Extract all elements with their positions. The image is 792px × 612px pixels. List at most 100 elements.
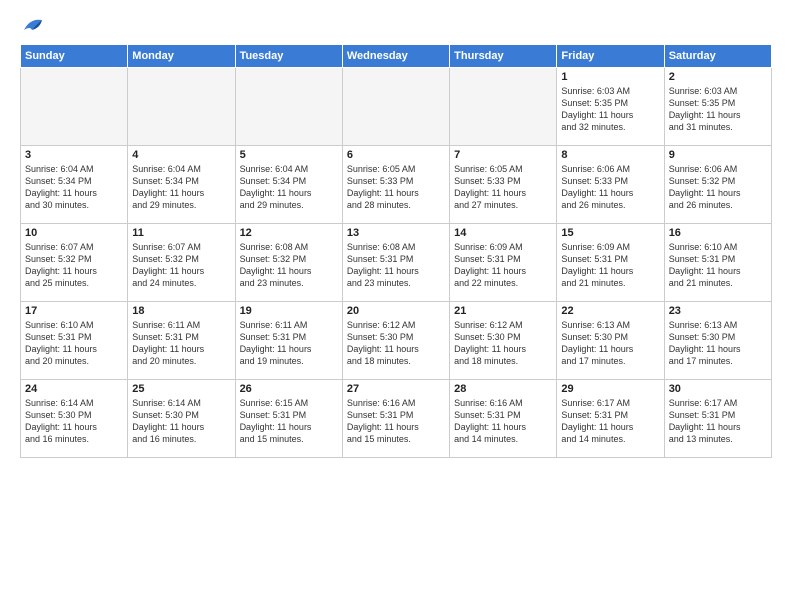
week-row-2: 3 Sunrise: 6:04 AM Sunset: 5:34 PM Daylig… bbox=[21, 146, 772, 224]
calendar-cell: 14 Sunrise: 6:09 AM Sunset: 5:31 PM Dayli… bbox=[450, 224, 557, 302]
day-number: 15 bbox=[561, 227, 659, 239]
calendar-cell: 26 Sunrise: 6:15 AM Sunset: 5:31 PM Dayli… bbox=[235, 380, 342, 458]
day-info: Sunrise: 6:12 AM Sunset: 5:30 PM Dayligh… bbox=[347, 319, 445, 368]
calendar-cell bbox=[342, 68, 449, 146]
day-number: 10 bbox=[25, 227, 123, 239]
calendar-cell: 11Sunrise: 6:07 AM Sunset: 5:32 PM Dayli… bbox=[128, 224, 235, 302]
day-number: 18 bbox=[132, 305, 230, 317]
day-number: 30 bbox=[669, 383, 767, 395]
day-number: 13 bbox=[347, 227, 445, 239]
page: SundayMondayTuesdayWednesdayThursdayFrid… bbox=[0, 0, 792, 612]
calendar-cell: 4 Sunrise: 6:04 AM Sunset: 5:34 PM Daylig… bbox=[128, 146, 235, 224]
day-number: 3 bbox=[25, 149, 123, 161]
weekday-header-wednesday: Wednesday bbox=[342, 45, 449, 68]
day-info: Sunrise: 6:17 AM Sunset: 5:31 PM Dayligh… bbox=[669, 397, 767, 446]
day-info: Sunrise: 6:14 AM Sunset: 5:30 PM Dayligh… bbox=[132, 397, 230, 446]
day-info: Sunrise: 6:07 AM Sunset: 5:32 PM Dayligh… bbox=[132, 241, 230, 290]
day-info: Sunrise: 6:12 AM Sunset: 5:30 PM Dayligh… bbox=[454, 319, 552, 368]
calendar-cell: 5 Sunrise: 6:04 AM Sunset: 5:34 PM Daylig… bbox=[235, 146, 342, 224]
day-info: Sunrise: 6:03 AM Sunset: 5:35 PM Dayligh… bbox=[669, 85, 767, 134]
day-info: Sunrise: 6:16 AM Sunset: 5:31 PM Dayligh… bbox=[347, 397, 445, 446]
day-info: Sunrise: 6:10 AM Sunset: 5:31 PM Dayligh… bbox=[669, 241, 767, 290]
day-number: 28 bbox=[454, 383, 552, 395]
calendar-cell: 23Sunrise: 6:13 AM Sunset: 5:30 PM Dayli… bbox=[664, 302, 771, 380]
week-row-1: 1 Sunrise: 6:03 AM Sunset: 5:35 PM Daylig… bbox=[21, 68, 772, 146]
calendar-cell bbox=[128, 68, 235, 146]
day-number: 29 bbox=[561, 383, 659, 395]
day-number: 24 bbox=[25, 383, 123, 395]
day-number: 19 bbox=[240, 305, 338, 317]
day-number: 27 bbox=[347, 383, 445, 395]
day-info: Sunrise: 6:03 AM Sunset: 5:35 PM Dayligh… bbox=[561, 85, 659, 134]
day-number: 1 bbox=[561, 71, 659, 83]
calendar-cell: 13 Sunrise: 6:08 AM Sunset: 5:31 PM Dayli… bbox=[342, 224, 449, 302]
day-info: Sunrise: 6:16 AM Sunset: 5:31 PM Dayligh… bbox=[454, 397, 552, 446]
day-info: Sunrise: 6:13 AM Sunset: 5:30 PM Dayligh… bbox=[669, 319, 767, 368]
calendar-cell: 12 Sunrise: 6:08 AM Sunset: 5:32 PM Dayli… bbox=[235, 224, 342, 302]
day-number: 16 bbox=[669, 227, 767, 239]
day-info: Sunrise: 6:06 AM Sunset: 5:32 PM Dayligh… bbox=[669, 163, 767, 212]
day-info: Sunrise: 6:08 AM Sunset: 5:32 PM Dayligh… bbox=[240, 241, 338, 290]
day-info: Sunrise: 6:10 AM Sunset: 5:31 PM Dayligh… bbox=[25, 319, 123, 368]
calendar-cell: 1 Sunrise: 6:03 AM Sunset: 5:35 PM Daylig… bbox=[557, 68, 664, 146]
logo-bird-icon bbox=[22, 16, 44, 34]
day-info: Sunrise: 6:06 AM Sunset: 5:33 PM Dayligh… bbox=[561, 163, 659, 212]
day-info: Sunrise: 6:17 AM Sunset: 5:31 PM Dayligh… bbox=[561, 397, 659, 446]
calendar-cell: 16 Sunrise: 6:10 AM Sunset: 5:31 PM Dayli… bbox=[664, 224, 771, 302]
day-number: 2 bbox=[669, 71, 767, 83]
header bbox=[20, 16, 772, 34]
week-row-3: 10 Sunrise: 6:07 AM Sunset: 5:32 PM Dayli… bbox=[21, 224, 772, 302]
day-number: 26 bbox=[240, 383, 338, 395]
weekday-header-monday: Monday bbox=[128, 45, 235, 68]
day-info: Sunrise: 6:11 AM Sunset: 5:31 PM Dayligh… bbox=[132, 319, 230, 368]
calendar-cell: 10 Sunrise: 6:07 AM Sunset: 5:32 PM Dayli… bbox=[21, 224, 128, 302]
calendar-cell: 22 Sunrise: 6:13 AM Sunset: 5:30 PM Dayli… bbox=[557, 302, 664, 380]
weekday-header-friday: Friday bbox=[557, 45, 664, 68]
day-number: 5 bbox=[240, 149, 338, 161]
calendar-cell: 25 Sunrise: 6:14 AM Sunset: 5:30 PM Dayli… bbox=[128, 380, 235, 458]
day-number: 9 bbox=[669, 149, 767, 161]
day-number: 7 bbox=[454, 149, 552, 161]
weekday-header-thursday: Thursday bbox=[450, 45, 557, 68]
day-info: Sunrise: 6:08 AM Sunset: 5:31 PM Dayligh… bbox=[347, 241, 445, 290]
weekday-header-tuesday: Tuesday bbox=[235, 45, 342, 68]
day-info: Sunrise: 6:13 AM Sunset: 5:30 PM Dayligh… bbox=[561, 319, 659, 368]
week-row-4: 17 Sunrise: 6:10 AM Sunset: 5:31 PM Dayli… bbox=[21, 302, 772, 380]
day-number: 20 bbox=[347, 305, 445, 317]
day-info: Sunrise: 6:05 AM Sunset: 5:33 PM Dayligh… bbox=[347, 163, 445, 212]
calendar-cell: 18 Sunrise: 6:11 AM Sunset: 5:31 PM Dayli… bbox=[128, 302, 235, 380]
day-info: Sunrise: 6:14 AM Sunset: 5:30 PM Dayligh… bbox=[25, 397, 123, 446]
calendar-cell: 30 Sunrise: 6:17 AM Sunset: 5:31 PM Dayli… bbox=[664, 380, 771, 458]
calendar-cell: 2 Sunrise: 6:03 AM Sunset: 5:35 PM Daylig… bbox=[664, 68, 771, 146]
weekday-header-saturday: Saturday bbox=[664, 45, 771, 68]
day-info: Sunrise: 6:09 AM Sunset: 5:31 PM Dayligh… bbox=[561, 241, 659, 290]
day-number: 6 bbox=[347, 149, 445, 161]
calendar-cell: 19Sunrise: 6:11 AM Sunset: 5:31 PM Dayli… bbox=[235, 302, 342, 380]
day-info: Sunrise: 6:07 AM Sunset: 5:32 PM Dayligh… bbox=[25, 241, 123, 290]
day-number: 4 bbox=[132, 149, 230, 161]
day-info: Sunrise: 6:04 AM Sunset: 5:34 PM Dayligh… bbox=[25, 163, 123, 212]
day-number: 22 bbox=[561, 305, 659, 317]
calendar-cell: 6 Sunrise: 6:05 AM Sunset: 5:33 PM Daylig… bbox=[342, 146, 449, 224]
day-number: 25 bbox=[132, 383, 230, 395]
day-info: Sunrise: 6:04 AM Sunset: 5:34 PM Dayligh… bbox=[240, 163, 338, 212]
calendar-cell: 28 Sunrise: 6:16 AM Sunset: 5:31 PM Dayli… bbox=[450, 380, 557, 458]
calendar-cell: 3 Sunrise: 6:04 AM Sunset: 5:34 PM Daylig… bbox=[21, 146, 128, 224]
day-number: 12 bbox=[240, 227, 338, 239]
calendar-cell: 29 Sunrise: 6:17 AM Sunset: 5:31 PM Dayli… bbox=[557, 380, 664, 458]
calendar-cell: 15 Sunrise: 6:09 AM Sunset: 5:31 PM Dayli… bbox=[557, 224, 664, 302]
calendar-cell: 21Sunrise: 6:12 AM Sunset: 5:30 PM Dayli… bbox=[450, 302, 557, 380]
day-number: 14 bbox=[454, 227, 552, 239]
calendar-cell: 24 Sunrise: 6:14 AM Sunset: 5:30 PM Dayli… bbox=[21, 380, 128, 458]
day-number: 8 bbox=[561, 149, 659, 161]
day-info: Sunrise: 6:15 AM Sunset: 5:31 PM Dayligh… bbox=[240, 397, 338, 446]
weekday-header-sunday: Sunday bbox=[21, 45, 128, 68]
calendar-table: SundayMondayTuesdayWednesdayThursdayFrid… bbox=[20, 44, 772, 458]
calendar-cell: 9 Sunrise: 6:06 AM Sunset: 5:32 PM Daylig… bbox=[664, 146, 771, 224]
weekday-header-row: SundayMondayTuesdayWednesdayThursdayFrid… bbox=[21, 45, 772, 68]
day-info: Sunrise: 6:04 AM Sunset: 5:34 PM Dayligh… bbox=[132, 163, 230, 212]
day-info: Sunrise: 6:09 AM Sunset: 5:31 PM Dayligh… bbox=[454, 241, 552, 290]
calendar-cell bbox=[450, 68, 557, 146]
calendar-cell bbox=[235, 68, 342, 146]
day-number: 17 bbox=[25, 305, 123, 317]
